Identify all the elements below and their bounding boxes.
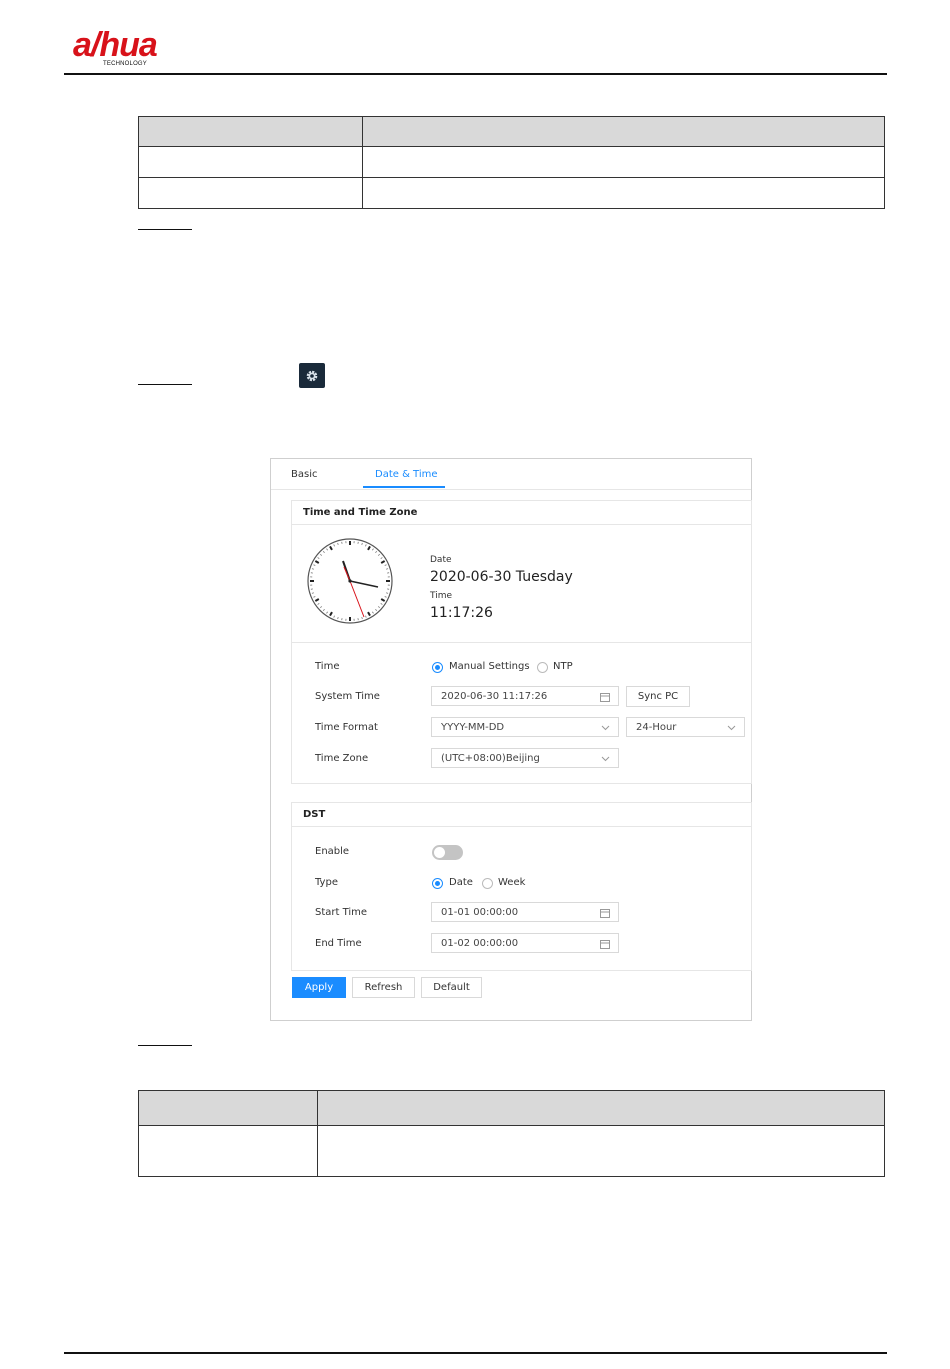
dst-section: DST Enable Type Date Week Start Time 01-… [291,802,752,971]
date-value: 2020-06-30 Tuesday [430,569,573,585]
hour-format-value: 24-Hour [636,722,677,733]
time-zone-label: Time Zone [315,753,369,764]
system-time-value: 2020-06-30 11:17:26 [441,691,548,702]
dst-type-label: Type [315,877,338,888]
header-rule [64,73,887,75]
radio-manual-settings-label: Manual Settings [449,661,530,672]
chevron-down-icon [727,725,736,731]
section-title: DST [303,809,326,820]
time-mode-label: Time [315,661,340,672]
calendar-icon [600,909,610,918]
tab-basic[interactable]: Basic [291,469,317,480]
tab-date-time[interactable]: Date & Time [375,469,438,480]
step-marker-1 [138,229,192,230]
radio-date-label: Date [449,877,473,888]
parameter-table-bottom [138,1090,885,1177]
footer-rule [64,1352,887,1354]
date-time-settings-panel: Basic Date & Time Time and Time Zone Dat… [270,458,752,1021]
system-time-label: System Time [315,691,380,702]
radio-manual-settings[interactable] [432,662,443,673]
time-zone-select[interactable]: (UTC+08:00)Beijing [431,748,619,768]
table-header-row [138,1090,885,1126]
apply-button[interactable]: Apply [292,977,346,998]
radio-ntp[interactable] [537,662,548,673]
table-header-row [138,116,885,147]
start-time-label: Start Time [315,907,368,918]
refresh-button[interactable]: Refresh [352,977,415,998]
toggle-knob [434,847,445,858]
section-title: Time and Time Zone [303,507,418,518]
time-label: Time [430,591,453,601]
section-divider [292,642,751,643]
system-time-input[interactable]: 2020-06-30 11:17:26 [431,686,619,706]
logo-wordmark: a/hua [73,26,158,64]
radio-date[interactable] [432,878,443,889]
radio-week-label: Week [498,877,526,888]
end-time-label: End Time [315,938,362,949]
date-format-select[interactable]: YYYY-MM-DD [431,717,619,737]
hour-format-select[interactable]: 24-Hour [626,717,745,737]
table-row [138,1125,885,1177]
default-button[interactable]: Default [421,977,482,998]
calendar-icon [600,940,610,949]
end-time-value: 01-02 00:00:00 [441,938,519,949]
chevron-down-icon [601,756,610,762]
gear-icon [306,370,318,381]
time-and-time-zone-section: Time and Time Zone Date 2020-06-30 Tuesd… [291,500,752,784]
settings-gear-button[interactable] [299,363,325,388]
sync-pc-button[interactable]: Sync PC [626,686,690,707]
table-row [138,177,885,209]
section-divider [292,524,751,525]
date-format-value: YYYY-MM-DD [441,722,505,733]
radio-week[interactable] [482,878,493,889]
time-zone-value: (UTC+08:00)Beijing [441,753,540,764]
section-divider [292,826,751,827]
radio-ntp-label: NTP [553,661,573,672]
dahua-logo: a/hua TECHNOLOGY [73,26,185,72]
chevron-down-icon [601,725,610,731]
date-label: Date [430,555,452,565]
tab-bar: Basic Date & Time [271,459,751,490]
start-time-input[interactable]: 01-01 00:00:00 [431,902,619,922]
active-tab-indicator [363,486,445,488]
step-marker-3 [138,1045,192,1046]
dst-enable-toggle[interactable] [432,845,463,860]
logo-tagline: TECHNOLOGY [103,61,148,67]
dst-enable-label: Enable [315,846,350,857]
end-time-input[interactable]: 01-02 00:00:00 [431,933,619,953]
table-row [138,146,885,178]
time-value: 11:17:26 [430,605,493,621]
time-format-label: Time Format [315,722,378,733]
analog-clock [307,538,393,624]
calendar-icon [600,693,610,702]
step-marker-2 [138,384,192,385]
start-time-value: 01-01 00:00:00 [441,907,519,918]
parameter-table-top [138,116,885,209]
